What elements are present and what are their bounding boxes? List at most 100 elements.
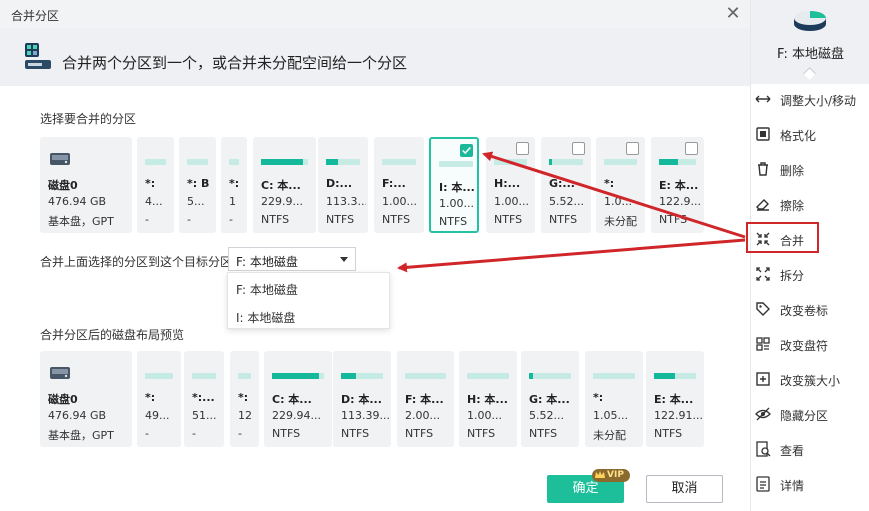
disk-name: 磁盘0	[48, 393, 78, 406]
partition-filesystem: NTFS	[659, 213, 688, 226]
dialog-header: 合并两个分区到一个，或合并未分配空间给一个分区	[0, 28, 750, 86]
menu-item-details[interactable]: 详情	[751, 471, 869, 497]
pointer-caret	[803, 67, 816, 80]
drive-letter-icon	[756, 337, 770, 351]
partition-name: E: 本...	[654, 393, 694, 406]
preview-partition-card: E: 本... 122.91... NTFS	[646, 351, 704, 447]
menu-item-cluster[interactable]: 改变簇大小	[751, 366, 869, 392]
partition-usage-bar	[593, 373, 635, 379]
partition-size: 5...	[187, 195, 205, 208]
close-icon[interactable]: ✕	[722, 3, 744, 25]
partition-size: 51...	[192, 409, 217, 422]
partition-card[interactable]: *: 4... -	[137, 137, 174, 233]
partition-name: C: 本...	[272, 393, 312, 406]
partition-name: *:...	[192, 391, 215, 404]
partition-size: 12	[238, 409, 252, 422]
partition-card[interactable]: I: 本... 1.00... NTFS	[429, 137, 479, 233]
menu-item-label: 删除	[780, 164, 805, 178]
partition-size: 5.52...	[549, 195, 584, 208]
disk-size: 476.94 GB	[48, 409, 107, 422]
menu-item-eraser[interactable]: 擦除	[751, 191, 869, 217]
partition-usage-bar	[238, 373, 251, 379]
partition-size: 229.94...	[272, 409, 321, 422]
menu-item-label: 改变卷标	[780, 304, 829, 318]
target-partition-label: 合并上面选择的分区到这个目标分区	[40, 255, 233, 269]
partition-filesystem: NTFS	[382, 213, 411, 226]
partition-name: D:...	[326, 177, 353, 190]
partition-checkbox[interactable]	[626, 142, 639, 155]
partition-name: E: 本...	[659, 179, 699, 192]
window-title: 合并分区	[11, 9, 60, 23]
preview-partition-card: F: 本... 2.00... NTFS	[397, 351, 454, 447]
view-icon	[756, 441, 771, 457]
partition-card[interactable]: *: B 5... -	[179, 137, 216, 233]
menu-item-delete[interactable]: 删除	[751, 156, 869, 182]
partition-usage-bar	[467, 373, 509, 379]
partition-usage-bar	[192, 373, 216, 379]
partition-name: *:	[604, 177, 615, 190]
partition-filesystem: NTFS	[326, 213, 355, 226]
menu-item-view[interactable]: 查看	[751, 436, 869, 462]
partition-card[interactable]: H:... 1.00... NTFS	[486, 137, 535, 233]
partition-filesystem: NTFS	[549, 213, 578, 226]
partition-checkbox[interactable]	[516, 142, 529, 155]
menu-item-resize-move[interactable]: 调整大小/移动	[751, 86, 869, 112]
partition-filesystem: NTFS	[467, 427, 496, 440]
partition-size: 1	[229, 195, 236, 208]
partition-filesystem: NTFS	[405, 427, 434, 440]
preview-partition-card: *: 1.05... 未分配	[585, 351, 643, 447]
menu-item-tag[interactable]: 改变卷标	[751, 296, 869, 322]
details-icon	[756, 476, 770, 492]
menu-item-hide[interactable]: 隐藏分区	[751, 401, 869, 427]
preview-partition-card: C: 本... 229.94... NTFS	[264, 351, 332, 447]
partition-name: H:...	[494, 177, 521, 190]
partition-usage-bar	[326, 159, 360, 165]
partition-card[interactable]: C: 本... 229.9... NTFS	[253, 137, 316, 233]
menu-item-label: 调整大小/移动	[780, 94, 857, 108]
partition-name: *:	[229, 177, 240, 190]
partition-size: 49...	[145, 409, 170, 422]
menu-item-drive-letter[interactable]: 改变盘符	[751, 331, 869, 357]
preview-partition-card: *:... 51... -	[184, 351, 224, 447]
dropdown-option-i[interactable]: I: 本地磁盘	[236, 309, 295, 326]
hard-disk-icon	[50, 367, 70, 379]
partition-card[interactable]: *: 1.0... 未分配	[596, 137, 645, 233]
partition-size: 1.00...	[494, 195, 529, 208]
menu-item-format[interactable]: 格式化	[751, 121, 869, 147]
menu-item-label: 详情	[780, 479, 805, 493]
partition-card[interactable]: G:... 5.52... NTFS	[541, 137, 591, 233]
sidebar-disk-header: F: 本地磁盘	[751, 0, 869, 84]
operations-sidebar: F: 本地磁盘 调整大小/移动 格式化 删除 擦除 合并 拆分 改变卷标 改变盘符 改变簇大小隐…	[750, 0, 869, 511]
partition-card[interactable]: D:... 113.3... NTFS	[318, 137, 368, 233]
split-icon	[756, 267, 770, 281]
partition-usage-bar	[405, 373, 446, 379]
menu-item-label: 改变簇大小	[780, 374, 841, 388]
select-partitions-label: 选择要合并的分区	[40, 112, 137, 126]
partition-checkbox[interactable]	[572, 142, 585, 155]
cancel-button[interactable]: 取消	[646, 475, 723, 503]
target-partition-select[interactable]: F: 本地磁盘	[228, 247, 356, 271]
partition-checkbox[interactable]	[685, 142, 698, 155]
partition-name: G:...	[549, 177, 575, 190]
partition-filesystem: NTFS	[494, 213, 523, 226]
dropdown-option-f[interactable]: F: 本地磁盘	[236, 281, 298, 298]
crown-icon	[595, 471, 605, 478]
partition-card[interactable]: *: 1 -	[221, 137, 247, 233]
partition-checkbox[interactable]	[460, 144, 473, 157]
menu-item-split[interactable]: 拆分	[751, 261, 869, 287]
partition-filesystem: -	[145, 213, 149, 226]
disk-card: 磁盘0 476.94 GB 基本盘，GPT	[40, 137, 132, 233]
target-partition-value: F: 本地磁盘	[236, 255, 298, 269]
partition-usage-bar	[145, 159, 166, 165]
partition-filesystem: NTFS	[272, 427, 301, 440]
cluster-icon	[756, 372, 770, 386]
partition-size: 229.9...	[261, 195, 303, 208]
preview-partition-card: G: 本... 5.52... NTFS	[521, 351, 579, 447]
partition-filesystem: NTFS	[529, 427, 558, 440]
partition-card[interactable]: E: 本... 122.9... NTFS	[651, 137, 704, 233]
partition-size: 1.00...	[467, 409, 502, 422]
partition-name: *:	[145, 391, 156, 404]
merge-highlight-box	[746, 222, 819, 253]
partition-card[interactable]: F:... 1.00... NTFS	[374, 137, 424, 233]
partition-filesystem: 未分配	[604, 215, 637, 228]
